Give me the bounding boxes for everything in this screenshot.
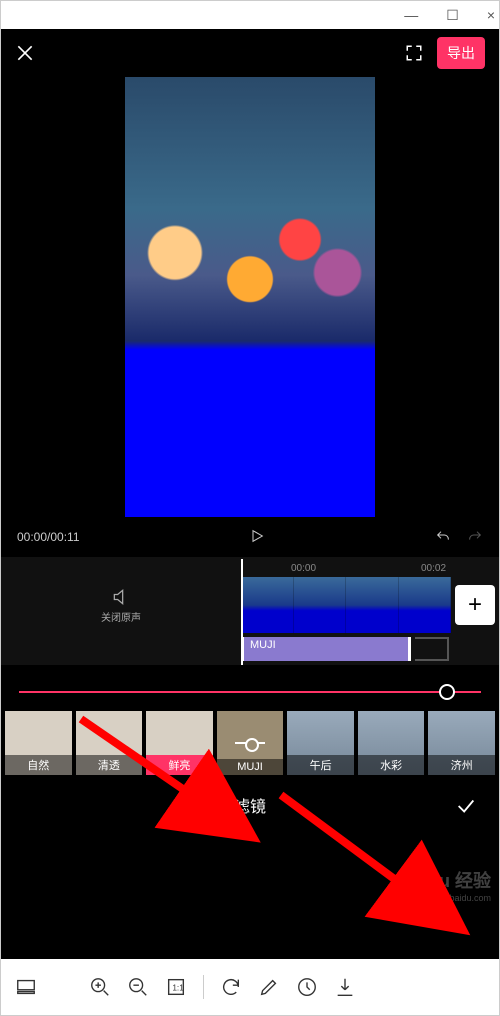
top-bar: 导出 [1,29,499,77]
filter-clip[interactable]: MUJI [241,637,411,661]
redo-icon[interactable] [467,529,483,545]
timeline[interactable]: 00:00 00:02 关闭原声 + MUJI [1,559,499,665]
playhead[interactable] [241,559,243,665]
download-icon[interactable] [334,976,356,998]
filter-item-水彩[interactable]: 水彩 [358,711,425,775]
bottom-action-bar: 滤镜 [1,781,499,829]
app-window: — ☐ × 导出 00:00/00:11 [0,0,500,1016]
zoom-fit-icon[interactable]: 1:1 [165,976,187,998]
filter-item-午后[interactable]: 午后 [287,711,354,775]
window-maximize[interactable]: ☐ [446,7,459,24]
filter-tab-label: 滤镜 [234,793,266,817]
filter-item-济州[interactable]: 济州 [428,711,495,775]
window-minimize[interactable]: — [404,7,418,23]
filter-label: MUJI [217,759,284,775]
ruler-mark: 00:00 [291,563,316,574]
filter-item-清透[interactable]: 清透 [76,711,143,775]
filter-presets: 自然清透鲜亮MUJI午后水彩济州 [1,707,499,781]
layout-icon[interactable] [15,976,37,998]
close-icon[interactable] [15,43,35,63]
filter-intensity-slider[interactable] [1,665,499,707]
window-close[interactable]: × [487,7,495,23]
mute-label: 关闭原声 [101,613,141,624]
window-titlebar: — ☐ × [1,1,499,29]
undo-icon[interactable] [435,529,451,545]
play-button[interactable] [80,528,435,547]
filter-label: 济州 [428,755,495,775]
video-canvas [125,77,375,517]
filter-clip-extend[interactable] [415,637,449,661]
filter-label: 鲜亮 [146,755,213,775]
filter-label: 午后 [287,755,354,775]
zoom-in-icon[interactable] [89,976,111,998]
svg-text:1:1: 1:1 [172,984,184,993]
edit-icon[interactable] [258,976,280,998]
export-button[interactable]: 导出 [437,37,485,69]
rotate-icon[interactable] [220,976,242,998]
history-icon[interactable] [296,976,318,998]
video-preview[interactable] [1,77,499,517]
transport-bar: 00:00/00:11 [1,517,499,557]
ruler-mark: 00:02 [421,563,446,574]
filter-item-自然[interactable]: 自然 [5,711,72,775]
confirm-icon[interactable] [455,795,477,817]
mute-original-audio[interactable]: 关闭原声 [1,587,241,624]
video-clip[interactable] [241,577,451,633]
bottom-toolbar: 1:1 [1,959,499,1015]
slider-knob[interactable] [439,684,455,700]
video-content-decoration [125,200,375,332]
add-clip-button[interactable]: + [455,585,495,625]
filter-item-MUJI[interactable]: MUJI [217,711,284,775]
filter-label: 自然 [5,755,72,775]
time-display: 00:00/00:11 [17,530,80,544]
filter-label: 清透 [76,755,143,775]
editor-app: 导出 00:00/00:11 00:00 00:02 [1,29,499,959]
filter-label: 水彩 [358,755,425,775]
watermark: Baidu 经验jingyan.baidu.com [400,867,491,903]
zoom-out-icon[interactable] [127,976,149,998]
fullscreen-icon[interactable] [405,44,423,62]
filter-item-鲜亮[interactable]: 鲜亮 [146,711,213,775]
